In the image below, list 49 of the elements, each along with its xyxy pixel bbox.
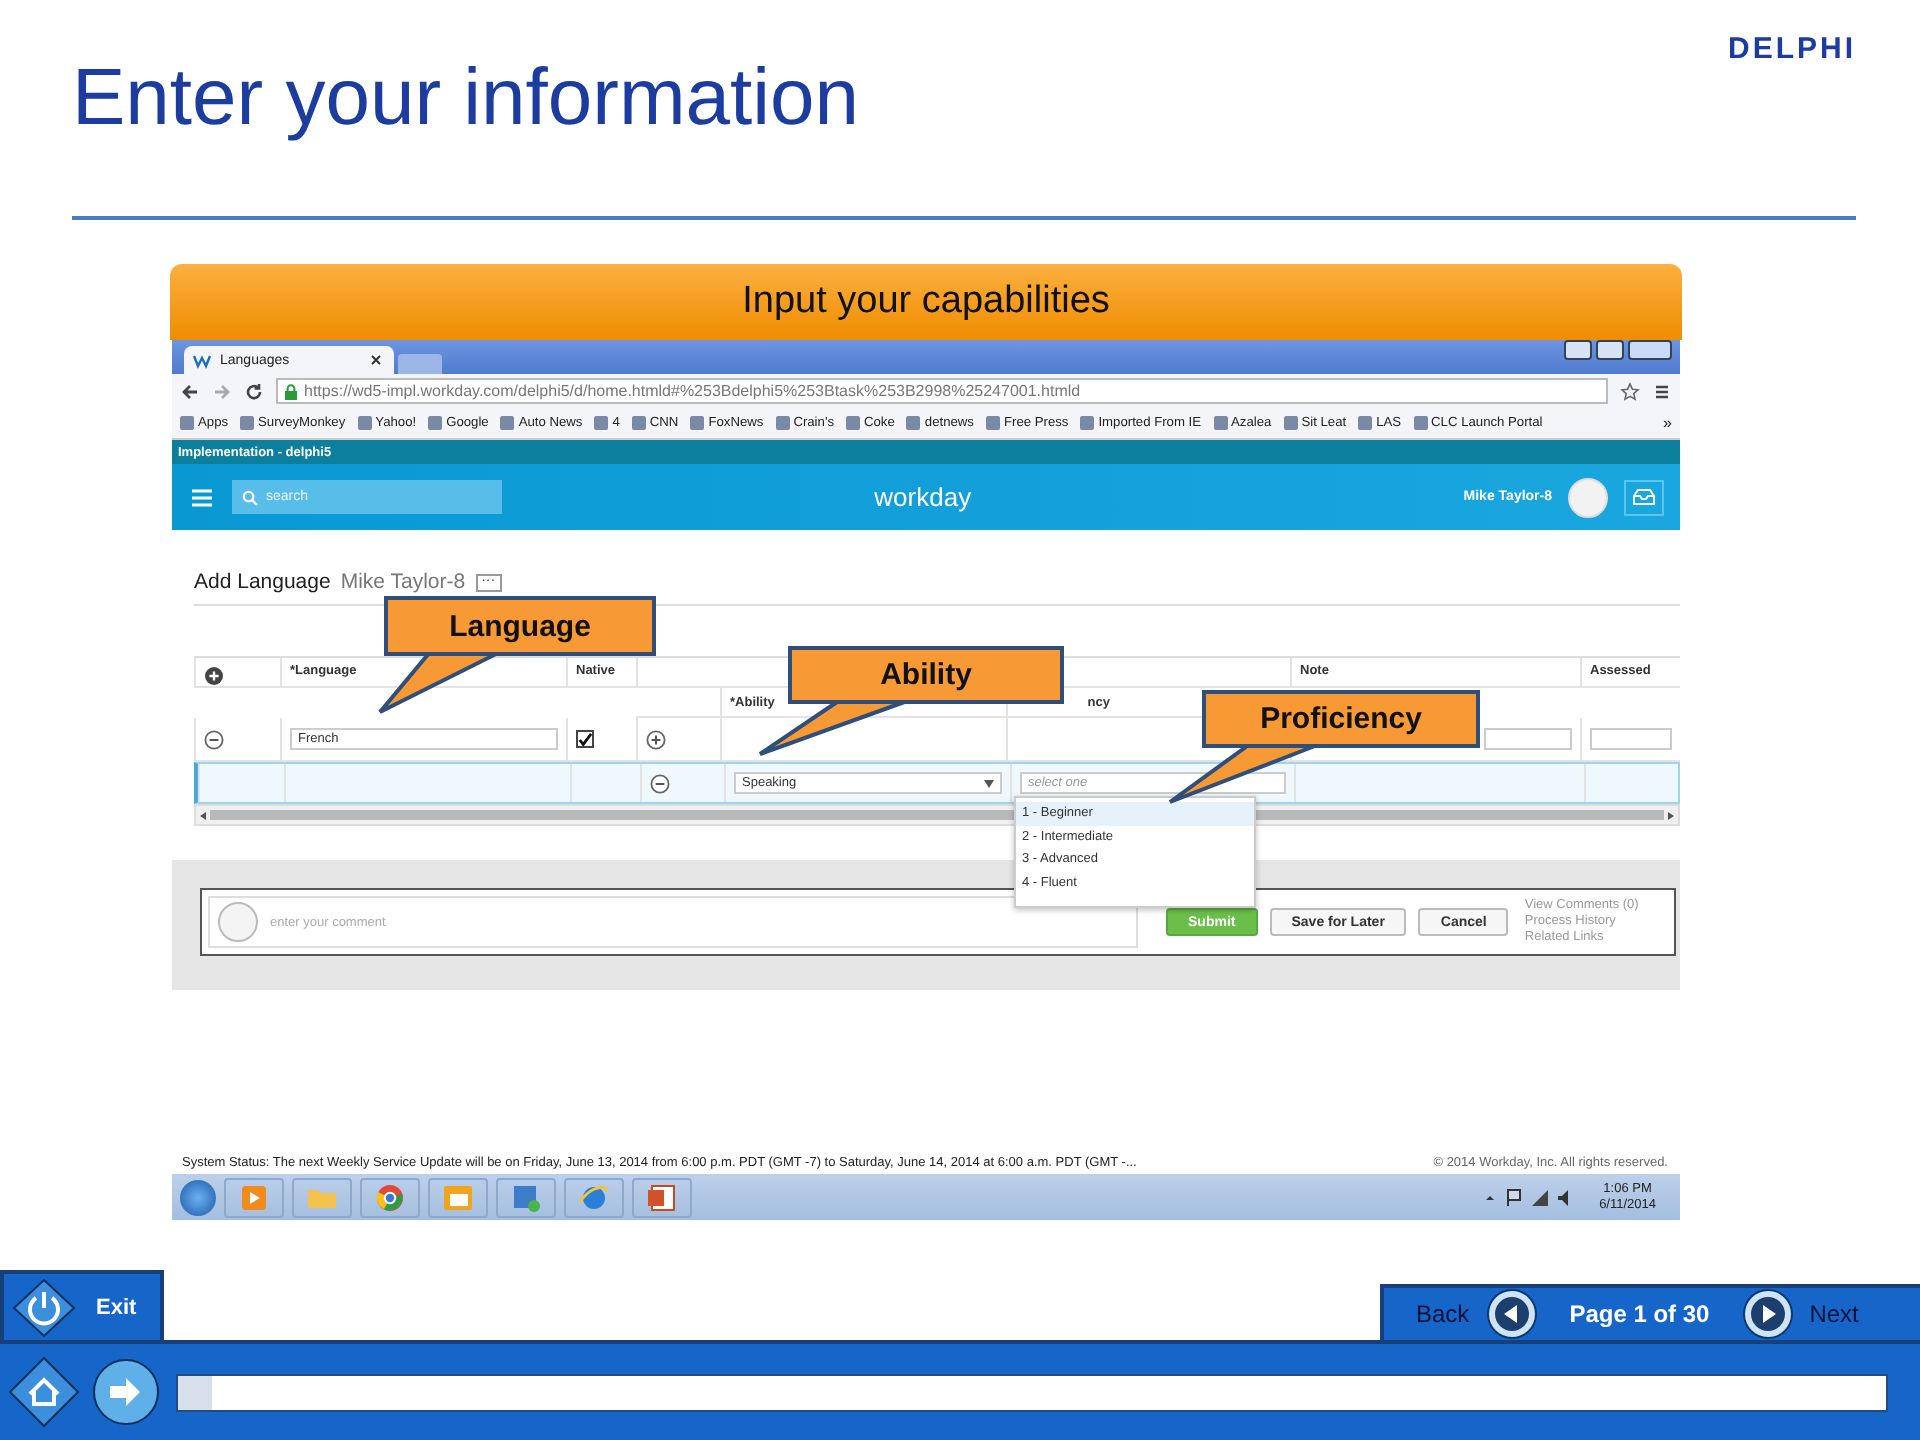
- plus-icon[interactable]: [646, 729, 666, 749]
- start-button[interactable]: [180, 1179, 216, 1215]
- back-arrow-icon[interactable]: [1485, 1288, 1538, 1340]
- native-checkbox[interactable]: [576, 730, 594, 748]
- search-icon: [242, 489, 258, 505]
- next-arrow-icon[interactable]: [1741, 1288, 1794, 1340]
- company-logo: DELPHI: [1727, 32, 1856, 68]
- up-arrow-icon[interactable]: [1483, 1191, 1496, 1203]
- reload-icon[interactable]: [244, 381, 264, 401]
- w-logo-icon: [192, 350, 212, 370]
- back-arrow-icon[interactable]: [180, 381, 200, 401]
- scroll-left-icon[interactable]: [200, 811, 206, 819]
- exit-button[interactable]: Exit: [0, 1270, 164, 1340]
- page-heading: Add Language: [194, 570, 331, 594]
- home-button[interactable]: [8, 1356, 80, 1428]
- callout: Ability: [788, 646, 1064, 704]
- globe-icon[interactable]: [360, 1177, 420, 1217]
- star-icon[interactable]: [1620, 381, 1640, 401]
- more-bookmarks-button[interactable]: »: [1663, 414, 1672, 432]
- progress-track[interactable]: [176, 1373, 1888, 1411]
- app-logo: workday: [874, 482, 972, 512]
- callout: Proficiency: [1202, 690, 1480, 748]
- page-counter: Page 1 of 30: [1569, 1300, 1710, 1328]
- globe-icon[interactable]: [564, 1177, 624, 1217]
- note-field[interactable]: [1484, 728, 1572, 750]
- signal-icon[interactable]: [1531, 1189, 1548, 1205]
- add-row-icon[interactable]: [204, 665, 224, 685]
- lock-icon: [284, 383, 298, 399]
- assessed-field[interactable]: [1590, 728, 1672, 750]
- address-bar[interactable]: https://wd5-impl.workday.com/delphi5/d/home.htmld#%253Bdelphi5%253Btask%253B2998%25247001.htmld: [276, 378, 1608, 404]
- slides-icon[interactable]: [632, 1177, 692, 1217]
- forward-button[interactable]: [92, 1358, 160, 1426]
- close-icon[interactable]: [366, 350, 386, 370]
- inbox-icon: [1632, 488, 1656, 506]
- slide-title: Enter your information: [72, 52, 860, 146]
- instruction-banner: Input your capabilities: [170, 264, 1682, 340]
- inbox-button[interactable]: [1624, 479, 1664, 515]
- power-icon: [12, 1277, 76, 1337]
- speaker-icon[interactable]: [1557, 1189, 1574, 1205]
- menu-icon[interactable]: [1652, 381, 1672, 401]
- maximize-button[interactable]: [1596, 340, 1624, 360]
- minus-icon[interactable]: [650, 773, 670, 793]
- close-window-button[interactable]: [1628, 340, 1672, 360]
- worker-name[interactable]: Mike Taylor-8: [340, 570, 466, 594]
- scroll-right-icon[interactable]: [1668, 811, 1674, 819]
- minus-icon[interactable]: [204, 729, 224, 749]
- minimize-button[interactable]: [1564, 340, 1592, 360]
- flag-icon[interactable]: [1505, 1188, 1522, 1206]
- caret-icon[interactable]: [984, 779, 994, 787]
